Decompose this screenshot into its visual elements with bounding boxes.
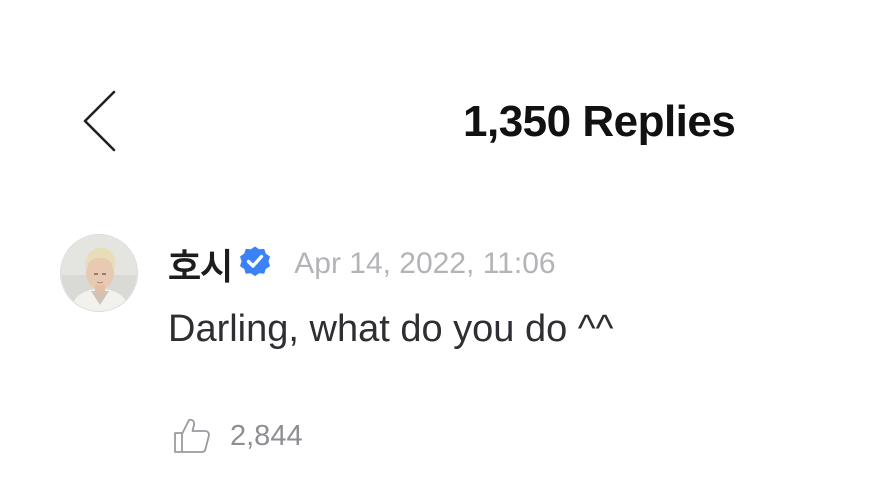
page-title: 1,350 Replies [463, 97, 736, 146]
author-name[interactable]: 호시 [168, 238, 233, 290]
comment-timestamp: Apr 14, 2022, 11:06 [294, 247, 556, 280]
verified-badge-icon [238, 245, 272, 279]
comment-text: Darling, what do you do ^^ [168, 308, 614, 350]
back-button[interactable] [78, 88, 122, 154]
like-row: 2,844 [172, 416, 303, 456]
thumbs-up-icon[interactable] [172, 416, 212, 456]
user-avatar [61, 235, 137, 311]
like-count: 2,844 [230, 419, 303, 452]
chevron-left-icon [83, 90, 116, 152]
comment-header: 호시 Apr 14, 2022, 11:06 [168, 240, 556, 288]
avatar[interactable] [60, 234, 138, 312]
